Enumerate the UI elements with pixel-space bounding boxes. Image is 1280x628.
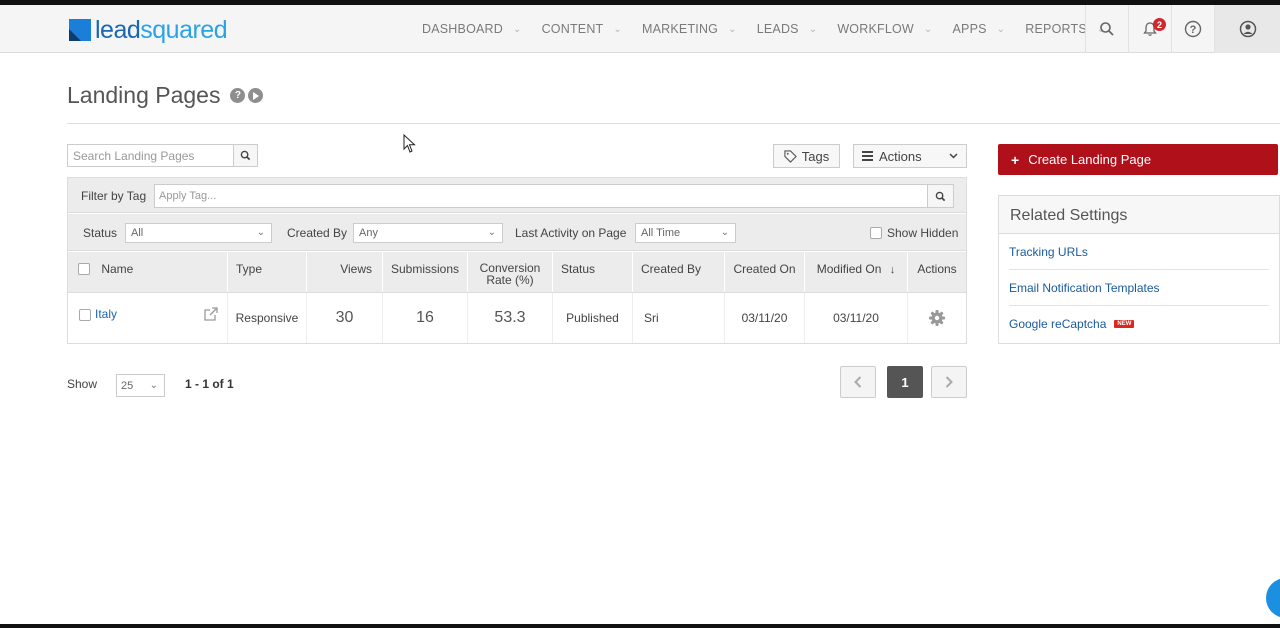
column-type[interactable]: Type [228,252,307,292]
cell-status: Published [553,293,633,343]
chevron-down-icon: ⌄ [996,23,1006,35]
show-hidden-toggle[interactable]: Show Hidden [870,226,958,240]
table-header: Name Type Views Submissions Conversion R… [68,252,966,293]
nav-content[interactable]: CONTENT ⌄ [532,5,632,53]
table-row: Italy Responsive 30 16 53.3 Published Sr… [68,293,966,343]
chevron-left-icon [854,376,862,388]
column-submissions[interactable]: Submissions [383,252,468,292]
chevron-down-icon: ⌄ [487,227,496,238]
tag-search-button[interactable] [927,185,953,207]
chevron-down-icon: ⌄ [256,227,265,238]
column-conversion-rate[interactable]: Conversion Rate (%) [468,252,553,292]
column-created-by[interactable]: Created By [633,252,725,292]
title-divider [67,123,1280,124]
window-bottom-border [0,624,1280,628]
logo-text: leadsquared [95,16,228,44]
chat-widget-button[interactable] [1266,578,1280,618]
last-activity-select[interactable]: All Time ⌄ [635,223,736,243]
tag-filter-field [154,184,954,208]
brand-logo[interactable]: leadsquared [69,16,228,44]
main-menu: DASHBOARD ⌄ CONTENT ⌄ MARKETING ⌄ LEADS ⌄ WO… [412,5,1115,53]
next-page-button[interactable] [931,366,967,398]
row-checkbox[interactable] [79,309,91,321]
column-views[interactable]: Views [307,252,383,292]
sort-descending-icon: ↓ [889,264,896,276]
user-profile-icon[interactable] [1214,5,1280,53]
help-icon[interactable]: ? [1171,5,1214,53]
link-google-recaptcha[interactable]: Google reCaptcha NEW [1009,306,1269,342]
chevron-down-icon [949,153,958,159]
notification-count-badge: 2 [1153,18,1166,31]
select-all-checkbox[interactable] [78,263,90,275]
chevron-down-icon: ⌄ [808,23,818,35]
row-actions-cell [908,293,966,343]
tag-filter-input[interactable] [155,185,927,207]
chevron-down-icon: ⌄ [720,227,729,238]
landing-pages-panel: Filter by Tag Status All ⌄ Created By An… [67,177,967,344]
chevron-down-icon: ⌄ [512,23,522,35]
mouse-cursor-icon [403,133,417,157]
search-icon [935,191,946,201]
chevron-down-icon: ⌄ [613,23,622,35]
show-hidden-checkbox[interactable] [870,227,882,239]
nav-dashboard[interactable]: DASHBOARD ⌄ [412,5,532,53]
page-size-select[interactable]: 25 ⌄ [116,374,165,397]
play-video-icon[interactable] [248,88,264,103]
column-created-on[interactable]: Created On [725,252,805,292]
nav-icon-group: 2 ? [1085,5,1280,53]
actions-dropdown[interactable]: Actions [853,144,967,168]
cell-views: 30 [307,293,383,343]
column-status[interactable]: Status [553,252,633,292]
nav-apps[interactable]: APPS ⌄ [943,5,1016,53]
nav-marketing[interactable]: MARKETING ⌄ [632,5,747,53]
search-button[interactable] [233,145,257,166]
nav-leads[interactable]: LEADS ⌄ [747,5,828,53]
tag-icon [784,149,797,163]
gear-icon[interactable] [928,309,946,327]
search-input[interactable] [68,145,233,166]
created-by-select[interactable]: Any ⌄ [353,223,503,243]
help-icon[interactable]: ? [230,88,246,103]
cell-type: Responsive [228,293,307,343]
status-select[interactable]: All ⌄ [125,223,272,243]
search-icon[interactable] [1085,5,1128,53]
page-button-current[interactable]: 1 [887,366,923,398]
column-name[interactable]: Name [68,252,228,292]
chevron-right-icon [945,376,953,388]
new-badge: NEW [1114,320,1135,328]
landing-page-link[interactable]: Italy [95,307,117,321]
tags-button[interactable]: Tags [773,144,840,168]
link-email-notification-templates[interactable]: Email Notification Templates [1009,270,1269,306]
cell-submissions: 16 [383,293,468,343]
previous-page-button[interactable] [840,366,876,398]
link-tracking-urls[interactable]: Tracking URLs [1009,234,1269,270]
create-landing-page-button[interactable]: + Create Landing Page [998,144,1278,175]
related-settings-title: Related Settings [999,196,1279,234]
chevron-down-icon: ⌄ [728,23,737,35]
status-filter-row: Status All ⌄ Created By Any ⌄ Last Activ… [68,214,966,251]
logo-mark-icon [69,19,91,41]
cell-conversion-rate: 53.3 [468,293,553,343]
svg-text:?: ? [1190,24,1197,36]
cell-created-on: 03/11/20 [725,293,805,343]
cell-created-by: Sri [633,293,725,343]
page-title: Landing Pages ? [67,82,264,109]
search-landing-pages [67,144,258,167]
search-icon [240,150,251,161]
column-modified-on[interactable]: Modified On ↓ [805,252,908,292]
filter-by-tag-row: Filter by Tag [68,178,966,213]
nav-workflow[interactable]: WORKFLOW ⌄ [827,5,942,53]
chevron-down-icon: ⌄ [149,380,158,391]
cell-modified-on: 03/11/20 [805,293,908,343]
pagination-range: 1 - 1 of 1 [185,377,234,391]
chevron-down-icon: ⌄ [923,23,933,35]
external-link-icon[interactable] [204,307,218,321]
related-settings-panel: Related Settings Tracking URLs Email Not… [998,195,1280,344]
menu-lines-icon [862,151,873,161]
column-actions: Actions [917,262,957,276]
cell-name: Italy [68,293,228,343]
top-navbar: leadsquared DASHBOARD ⌄ CONTENT ⌄ MARKETIN… [0,5,1280,53]
notification-bell-icon[interactable]: 2 [1128,5,1171,53]
plus-icon: + [1011,151,1020,168]
